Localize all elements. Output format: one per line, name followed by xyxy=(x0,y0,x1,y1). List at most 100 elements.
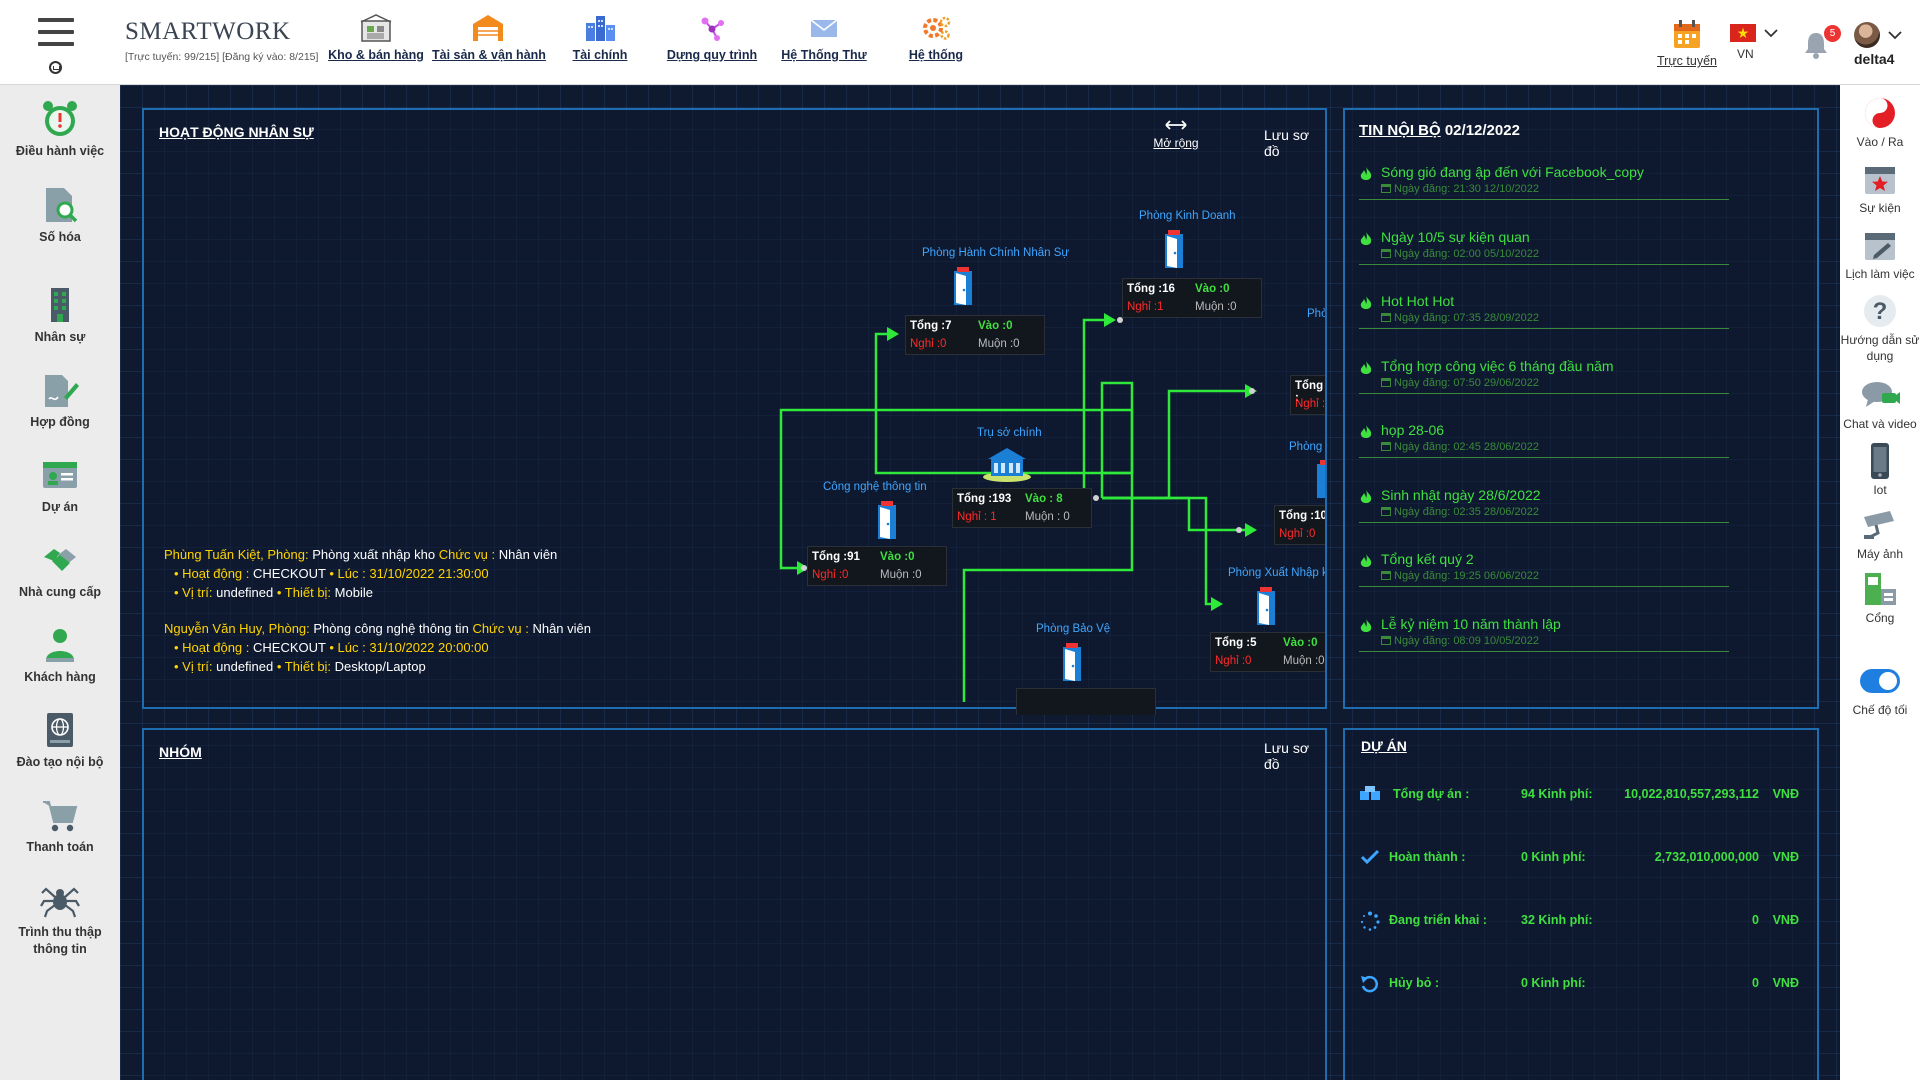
sidebar-item-training[interactable]: Đào tạo nội bộ xyxy=(0,708,120,771)
node-stats-it-dept[interactable]: Tổng :91 Vào :0 Nghỉ :0 Muộn :0 xyxy=(807,546,947,586)
sidebar-item-digitize[interactable]: Số hóa xyxy=(0,183,120,246)
mail-icon xyxy=(768,10,880,46)
door-icon[interactable] xyxy=(951,265,975,307)
node-stats-headquarters[interactable]: Tổng :193 Vào : 8 Nghỉ : 1 Muộn : 0 xyxy=(952,488,1092,528)
stat-total: Tổng :7 xyxy=(910,320,952,332)
id-card-icon xyxy=(0,453,120,497)
nav-finance[interactable]: Tài chính xyxy=(544,10,656,75)
project-row-completed[interactable]: Hoàn thành : 0 Kinh phí: 2,732,010,000,0… xyxy=(1359,848,1799,868)
sidebar-item-operations[interactable]: Điều hành việc xyxy=(0,97,120,160)
fire-icon xyxy=(1359,360,1373,381)
menu-hamburger-icon[interactable] xyxy=(38,18,76,54)
news-item[interactable]: Sinh nhật ngày 28/6/2022 Ngày đăng: 02:35… xyxy=(1359,487,1729,523)
node-stats-sales-dept[interactable]: Tổng :16 Vào :0 Nghỉ :1 Muộn :0 xyxy=(1122,278,1262,318)
node-stats-hr-dept[interactable]: Tổng :7 Vào :0 Nghỉ :0 Muộn :0 xyxy=(905,315,1045,355)
news-date-text: Ngày đăng: 21:30 12/10/2022 xyxy=(1394,183,1539,195)
sidebar-item-supplier[interactable]: Nhà cung cấp xyxy=(0,538,120,601)
rs-item-darkmode[interactable]: Chế độ tối xyxy=(1840,661,1920,718)
door-icon[interactable] xyxy=(1254,585,1278,627)
sidebar-item-contract[interactable]: Hợp đồng xyxy=(0,368,120,431)
project-row-cancelled[interactable]: Hủy bỏ : 0 Kinh phí: 0 VNĐ xyxy=(1359,974,1799,994)
rs-item-guide[interactable]: ? Hướng dẫn sử dụng xyxy=(1840,291,1920,364)
username: delta4 xyxy=(1854,51,1895,67)
node-stats-partial[interactable]: Tổng : Nghỉ : xyxy=(1290,375,1325,415)
stat-off: Nghỉ :1 xyxy=(1127,301,1164,313)
log-room: Phòng xuất nhập kho xyxy=(312,547,436,562)
news-item[interactable]: Sóng gió đang ập đến với Facebook_copy Ng… xyxy=(1359,164,1729,200)
stat-late: Muộn :0 xyxy=(978,338,1020,350)
expand-button[interactable]: Mở rộng xyxy=(1152,118,1200,150)
rs-item-schedule[interactable]: Lịch làm việc xyxy=(1840,225,1920,282)
rs-item-label: Chế độ tối xyxy=(1852,703,1908,717)
node-stats-partial[interactable]: Tổng :10 Nghỉ :0 xyxy=(1274,505,1325,545)
avatar xyxy=(1854,22,1880,48)
news-item[interactable]: Ngày 10/5 sự kiện quan Ngày đăng: 02:00 0… xyxy=(1359,229,1729,265)
toggle-icon[interactable] xyxy=(1840,661,1920,701)
rs-item-chat[interactable]: Chat và video xyxy=(1840,375,1920,432)
log-act: CHECKOUT xyxy=(253,640,326,655)
project-row-amount: 2,732,010,000,000 xyxy=(1654,850,1759,864)
sidebar-item-crawler[interactable]: Trình thu thập thông tin xyxy=(0,878,120,958)
rs-item-label: Vào / Ra xyxy=(1856,135,1904,149)
door-icon[interactable] xyxy=(1314,458,1325,500)
online-button[interactable]: Trực tuyến xyxy=(1652,18,1722,68)
rs-item-iot[interactable]: Iot xyxy=(1840,441,1920,498)
news-date-text: Ngày đăng: 19:25 06/06/2022 xyxy=(1394,570,1539,582)
user-menu[interactable]: delta4 xyxy=(1854,22,1920,67)
sidebar-item-label: Thanh toán xyxy=(26,840,94,854)
stat-off: Nghỉ :0 xyxy=(1279,528,1316,540)
nav-warehouse[interactable]: Kho & bán hàng xyxy=(320,10,432,75)
project-row-label: Hủy bỏ : xyxy=(1389,976,1439,990)
door-icon[interactable] xyxy=(1162,228,1186,270)
node-stats-security-dept[interactable] xyxy=(1016,688,1156,715)
calendar-star-icon xyxy=(1840,159,1920,199)
rs-item-gate[interactable]: Cổng xyxy=(1840,569,1920,626)
org-chart: Phòng Hành Chính Nhân Sự Tổng :7 Vào :0 … xyxy=(144,110,1325,715)
calendar-icon xyxy=(1652,18,1722,52)
node-label-partial: Phò xyxy=(1307,308,1325,320)
sidebar-item-project[interactable]: Dự án xyxy=(0,453,120,516)
news-item[interactable]: Tổng kết quý 2 Ngày đăng: 19:25 06/06/202… xyxy=(1359,551,1729,587)
nav-system[interactable]: Hệ thống xyxy=(880,10,992,75)
stat-in: Vào :0 xyxy=(1283,637,1318,649)
save-diagram-button[interactable]: Lưu sơ đồ xyxy=(1264,127,1325,159)
news-item[interactable]: Hot Hot Hot Ngày đăng: 07:35 28/09/2022 xyxy=(1359,293,1729,329)
news-item[interactable]: Tổng hợp công việc 6 tháng đầu năm Ngày đ… xyxy=(1359,358,1729,394)
nav-assets[interactable]: Tài sản & vận hành xyxy=(432,10,546,75)
news-date-text: Ngày đăng: 07:50 29/06/2022 xyxy=(1394,376,1539,389)
rs-item-camera[interactable]: Máy ảnh xyxy=(1840,505,1920,562)
sidebar-item-payment[interactable]: Thanh toán xyxy=(0,793,120,856)
log-act: CHECKOUT xyxy=(253,566,326,581)
vietnam-flag-icon xyxy=(1730,24,1756,42)
door-icon[interactable] xyxy=(875,499,899,541)
news-date: Ngày đăng: 19:25 06/06/2022 xyxy=(1381,570,1729,582)
news-date-text: Ngày đăng: 02:35 28/06/2022 xyxy=(1394,505,1539,518)
nav-mail[interactable]: Hệ Thống Thư xyxy=(768,10,880,75)
rs-item-checkin[interactable]: Vào / Ra xyxy=(1840,93,1920,150)
stat-late: Muộn :0 xyxy=(1195,301,1237,313)
sidebar-item-hr[interactable]: Nhân sự xyxy=(0,283,120,346)
expand-arrows-icon xyxy=(1165,120,1187,130)
news-item[interactable]: họp 28-06 Ngày đăng: 02:45 28/06/2022 xyxy=(1359,422,1729,458)
fire-icon xyxy=(1359,231,1373,252)
notification-button[interactable]: 5 xyxy=(1802,25,1842,66)
stat-total: Tổng :16 xyxy=(1127,283,1175,295)
project-row-in-progress[interactable]: Đang triển khai : 32 Kinh phí: 0 VNĐ xyxy=(1359,911,1799,931)
language-select[interactable]: VN xyxy=(1730,24,1780,61)
save-diagram-button[interactable]: Lưu sơ đồ xyxy=(1264,740,1325,772)
project-row-total[interactable]: Tổng dự án : 94 Kinh phí: 10,022,810,557… xyxy=(1359,785,1799,805)
gate-icon xyxy=(1840,569,1920,609)
news-item[interactable]: Lễ kỷ niệm 10 năm thành lập Ngày đăng: 08… xyxy=(1359,616,1729,652)
sidebar-item-customer[interactable]: Khách hàng xyxy=(0,623,120,686)
news-title: Ngày 10/5 sự kiện quan xyxy=(1381,228,1530,245)
nav-workflow[interactable]: Dựng quy trình xyxy=(656,10,768,75)
door-icon[interactable] xyxy=(1060,641,1084,683)
node-stats-import-export[interactable]: Tổng :5 Vào :0 Nghỉ :0 Muộn :0 xyxy=(1210,632,1325,672)
log-pos-label: Chức vụ : xyxy=(438,547,496,562)
calendar-edit-icon xyxy=(1840,225,1920,265)
headquarters-icon[interactable] xyxy=(982,445,1032,483)
log-room-label: Phòng: xyxy=(267,547,309,562)
rs-item-events[interactable]: Sự kiện xyxy=(1840,159,1920,216)
collapse-icon[interactable] xyxy=(49,61,62,74)
sidebar-item-label: Dự án xyxy=(41,500,79,514)
